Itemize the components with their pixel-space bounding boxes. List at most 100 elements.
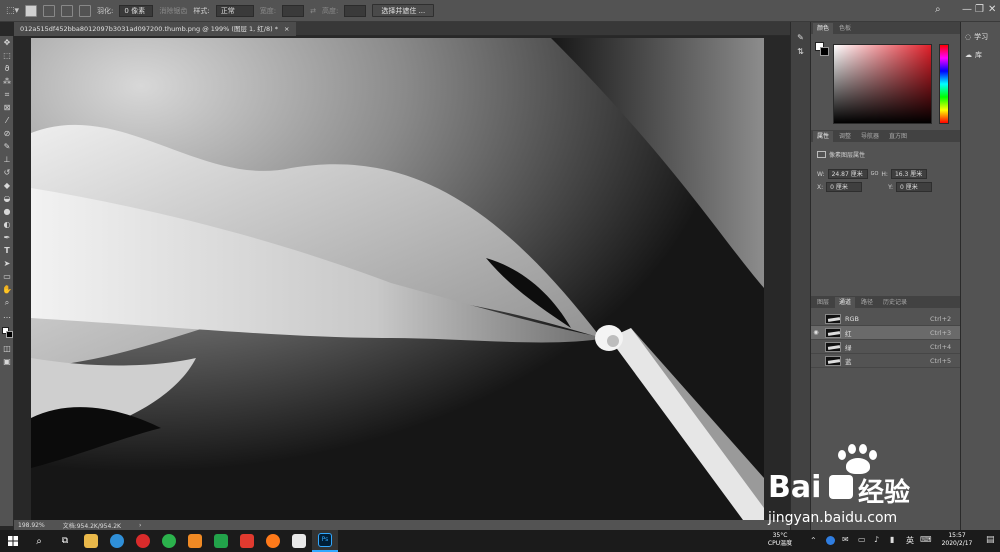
tab-color[interactable]: 颜色 [813, 23, 834, 34]
type-tool-icon[interactable]: T [0, 244, 14, 257]
brush-tool-icon[interactable]: ✎ [0, 140, 14, 153]
tab-histogram[interactable]: 直方图 [885, 131, 911, 142]
channel-row[interactable]: RGB Ctrl+2 [811, 312, 960, 326]
move-tool-icon[interactable]: ✥ [0, 36, 14, 49]
healing-brush-tool-icon[interactable]: ⊘ [0, 127, 14, 140]
search-icon[interactable]: ⌕ [935, 4, 941, 15]
keyboard-icon[interactable]: ⌨ [920, 535, 932, 544]
battery-icon[interactable]: ▮ [890, 535, 894, 544]
dodge-tool-icon[interactable]: ◐ [0, 218, 14, 231]
orange-app-icon[interactable] [182, 530, 208, 552]
fg-bg-swatch[interactable] [815, 42, 829, 56]
tab-properties[interactable]: 属性 [813, 131, 834, 142]
close-button[interactable]: ✕ [988, 4, 996, 15]
eraser-tool-icon[interactable]: ◆ [0, 179, 14, 192]
eyedropper-tool-icon[interactable]: ⁄ [0, 114, 14, 127]
height-input[interactable] [344, 4, 367, 17]
select-and-mask-button[interactable]: 选择并遮住 ... [372, 4, 435, 17]
blur-tool-icon[interactable]: ● [0, 205, 14, 218]
channel-row[interactable]: ◉ 红 Ctrl+3 [811, 326, 960, 340]
green-app-icon[interactable] [156, 530, 182, 552]
document-tab[interactable]: 012a515df452bba8012097b3031ad097200.thum… [14, 22, 296, 36]
network-icon[interactable]: ▭ [858, 535, 866, 544]
clock[interactable]: 15:57 2020/2/17 [932, 532, 982, 548]
subtract-selection-icon[interactable] [61, 4, 74, 17]
magic-wand-tool-icon[interactable]: ⁂ [0, 75, 14, 88]
y-field[interactable]: 0 厘米 [896, 182, 933, 192]
edge-browser-icon[interactable] [104, 530, 130, 552]
notification-icon[interactable]: ▤ [986, 535, 995, 545]
green-c-app-icon[interactable] [208, 530, 234, 552]
screen-mode-icon[interactable]: ▣ [0, 355, 14, 368]
marquee-tool-icon[interactable]: ⬚ [0, 49, 14, 62]
antialias-checkbox[interactable]: 消除锯齿 [159, 6, 187, 16]
history-brush-tool-icon[interactable]: ↺ [0, 166, 14, 179]
new-selection-icon[interactable] [25, 4, 38, 17]
adjust-settings-icon[interactable]: ⇅ [791, 44, 810, 58]
taskbar-search-icon[interactable]: ⌕ [26, 530, 52, 552]
rectangle-tool-icon[interactable]: ▭ [0, 270, 14, 283]
more-tools-icon[interactable]: … [0, 309, 14, 322]
link-icon[interactable]: GO [871, 171, 879, 177]
height-field[interactable]: 16.3 厘米 [890, 169, 927, 179]
netease-music-icon[interactable] [130, 530, 156, 552]
swap-icon[interactable]: ⇄ [310, 7, 316, 15]
width-field[interactable]: 24.87 厘米 [827, 169, 868, 179]
image-canvas[interactable] [31, 38, 764, 520]
tray-mail-icon[interactable]: ✉ [842, 535, 849, 544]
tab-navigator[interactable]: 导航器 [857, 131, 883, 142]
zoom-tool-icon[interactable]: ⌕ [0, 296, 14, 309]
x-field[interactable]: 0 厘米 [826, 182, 863, 192]
tab-swatches[interactable]: 色板 [835, 23, 855, 34]
width-label: 宽度: [259, 6, 277, 15]
tab-paths[interactable]: 路径 [857, 297, 877, 308]
tray-app-icon[interactable] [826, 536, 835, 545]
red-c-app-icon[interactable] [234, 530, 260, 552]
width-input[interactable] [282, 4, 305, 17]
paint-bucket-tool-icon[interactable]: ◒ [0, 192, 14, 205]
firefox-icon[interactable] [260, 530, 286, 552]
tab-channels[interactable]: 通道 [835, 297, 856, 308]
channel-row[interactable]: 蓝 Ctrl+5 [811, 354, 960, 368]
close-tab-button[interactable]: × [284, 25, 289, 33]
photoshop-taskbar-icon[interactable]: Ps [312, 530, 338, 552]
tab-adjustments[interactable]: 调整 [835, 131, 855, 142]
feather-input[interactable]: 0 像素 [119, 4, 154, 17]
hand-tool-icon[interactable]: ✋ [0, 283, 14, 296]
minimize-button[interactable]: — [962, 4, 972, 15]
task-view-icon[interactable]: ⧉ [52, 530, 78, 552]
file-explorer-icon[interactable] [78, 530, 104, 552]
blank-file-icon[interactable] [286, 530, 312, 552]
zoom-level[interactable]: 198.92% [18, 522, 45, 529]
status-menu-arrow[interactable]: › [139, 522, 141, 529]
channel-thumbnail [825, 355, 841, 366]
quick-mask-icon[interactable]: ◫ [0, 342, 14, 355]
tab-history[interactable]: 历史记录 [879, 297, 911, 308]
add-selection-icon[interactable] [43, 4, 56, 17]
pen-tool-icon[interactable]: ✒ [0, 231, 14, 244]
du-paw-icon [829, 475, 853, 499]
learn-button[interactable]: ◌ 学习 [961, 28, 1000, 46]
lasso-tool-icon[interactable]: ϑ [0, 62, 14, 75]
windows-start-icon[interactable] [0, 530, 26, 552]
marquee-preset-icon[interactable]: ⬚▾ [6, 6, 19, 16]
style-select[interactable]: 正常 [215, 4, 254, 17]
volume-icon[interactable]: ♪ [874, 535, 879, 544]
channel-row[interactable]: 绿 Ctrl+4 [811, 340, 960, 354]
frame-tool-icon[interactable]: ⊠ [0, 101, 14, 114]
hue-slider[interactable] [939, 44, 949, 124]
intersect-selection-icon[interactable] [79, 4, 92, 17]
path-selection-tool-icon[interactable]: ➤ [0, 257, 14, 270]
color-swatches-icon[interactable] [0, 322, 14, 342]
brush-settings-icon[interactable]: ✎ [791, 30, 810, 44]
restore-button[interactable]: ❐ [975, 4, 984, 15]
clone-stamp-tool-icon[interactable]: ⊥ [0, 153, 14, 166]
ime-indicator[interactable]: 英 [906, 535, 914, 546]
libraries-button[interactable]: ☁ 库 [961, 46, 1000, 64]
cpu-temp-widget[interactable]: 35°C CPU温度 [760, 532, 800, 548]
tab-layers[interactable]: 图层 [813, 297, 833, 308]
color-picker-field[interactable] [833, 44, 932, 124]
visibility-eye-icon[interactable]: ◉ [811, 329, 821, 336]
crop-tool-icon[interactable]: ⌗ [0, 88, 14, 101]
tray-overflow-icon[interactable]: ⌃ [810, 536, 817, 545]
